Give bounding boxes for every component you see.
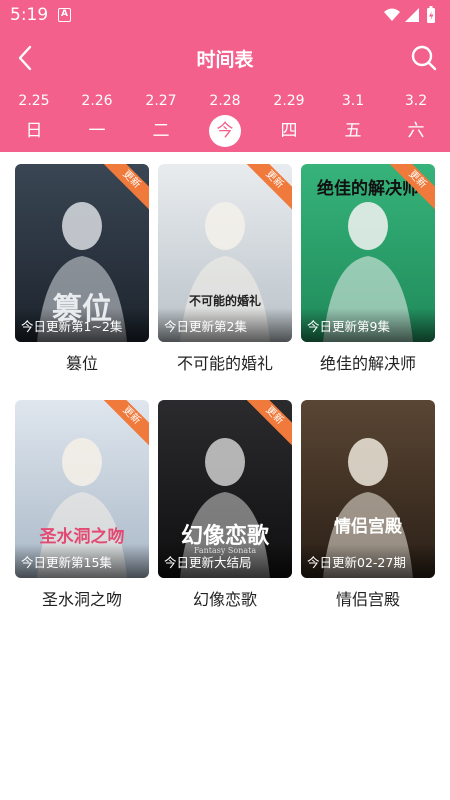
status-time: 5:19 [10,5,49,25]
search-icon[interactable] [410,44,438,72]
show-poster[interactable]: 篡位 更新 今日更新第1~2集 [15,164,149,342]
date-tab-2.26[interactable]: 2.26 一 [65,92,129,148]
update-status: 今日更新大结局 [164,555,252,570]
poster-title-art: 圣水洞之吻 [39,527,125,547]
date-tabs: 2.25 日 2.26 一 2.27 二 2.28 今 2.29 四 3.1 五 3.2 六 [0,92,450,148]
show-card[interactable]: 绝佳的解决师 更新 今日更新第9集 绝佳的解决师 [301,164,435,390]
update-status: 今日更新第1~2集 [21,319,123,334]
date-tab-3.1[interactable]: 3.1 五 [321,92,385,148]
date-tab-2.25[interactable]: 2.25 日 [2,92,66,148]
update-badge: 更新 [103,400,149,446]
update-badge-label: 更新 [246,400,292,446]
update-badge-label: 更新 [103,400,149,446]
show-title[interactable]: 绝佳的解决师 [301,350,435,374]
title-bar: 时间表 [0,36,450,80]
weekday-label: 今 [209,115,241,147]
date-label: 2.27 [145,93,177,109]
show-title[interactable]: 不可能的婚礼 [158,350,292,374]
date-tab-3.2[interactable]: 3.2 六 [384,92,448,148]
update-status: 今日更新02-27期 [307,555,406,570]
update-badge: 更新 [246,164,292,210]
update-status: 今日更新第15集 [21,555,112,570]
date-tab-2.27[interactable]: 2.27 二 [129,92,193,148]
date-label: 3.1 [341,93,365,109]
date-label: 2.25 [18,93,50,109]
signal-icon [405,8,419,22]
show-card[interactable]: 情侣宫殿 今日更新02-27期 情侣宫殿 [301,400,435,626]
weekday-label: 一 [88,121,106,141]
update-badge: 更新 [389,164,435,210]
show-poster[interactable]: 幻像恋歌 Fantasy Sonata 更新 今日更新大结局 [158,400,292,578]
update-badge-label: 更新 [389,164,435,210]
show-title[interactable]: 圣水洞之吻 [15,586,149,610]
date-tab-2.29[interactable]: 2.29 四 [257,92,321,148]
date-tab-2.28[interactable]: 2.28 今 [193,92,257,148]
show-poster[interactable]: 绝佳的解决师 更新 今日更新第9集 [301,164,435,342]
show-title[interactable]: 情侣宫殿 [301,586,435,610]
date-label: 2.28 [209,93,241,109]
show-poster[interactable]: 圣水洞之吻 更新今日更新第15集 [15,400,149,578]
show-card[interactable]: 幻像恋歌 Fantasy Sonata 更新 今日更新大结局 幻像恋歌 [158,400,292,626]
weekday-label: 四 [280,121,298,141]
wifi-icon [384,8,400,21]
update-badge: 更新 [103,164,149,210]
status-icons [384,6,435,23]
show-poster[interactable]: 不可能的婚礼 更新今日更新第2集 [158,164,292,342]
show-card[interactable]: 圣水洞之吻 更新 今日更新第15集 圣水洞之吻 [15,400,149,626]
update-badge-label: 更新 [103,164,149,210]
poster-title-art: 情侣宫殿 [334,517,402,537]
weekday-label: 二 [152,121,170,141]
update-badge: 更新 [246,400,292,446]
page-title: 时间表 [196,49,254,71]
show-card[interactable]: 篡位 更新 今日更新第1~2集 篡位 [15,164,149,390]
notification-icon: A [58,8,71,22]
weekday-label: 日 [25,121,43,141]
show-card[interactable]: 不可能的婚礼 更新 今日更新第2集 不可能的婚礼 [158,164,292,390]
date-label: 3.2 [404,93,428,109]
show-title[interactable]: 幻像恋歌 [158,586,292,610]
weekday-label: 五 [344,121,362,141]
app-header: 5:19 A 时间表 2.25 日 2.26 一 2.27 二 2.28 今 2.29 四 3.1 五… [0,0,450,152]
poster-title-art: 不可能的婚礼 [188,294,261,308]
update-status: 今日更新第2集 [164,319,247,334]
status-bar: 5:19 A [0,0,450,30]
date-label: 2.29 [273,93,305,109]
show-poster[interactable]: 情侣宫殿今日更新02-27期 [301,400,435,578]
update-status: 今日更新第9集 [307,319,390,334]
update-badge-label: 更新 [246,164,292,210]
show-title[interactable]: 篡位 [15,350,149,374]
date-label: 2.26 [81,93,113,109]
weekday-label: 六 [407,121,425,141]
